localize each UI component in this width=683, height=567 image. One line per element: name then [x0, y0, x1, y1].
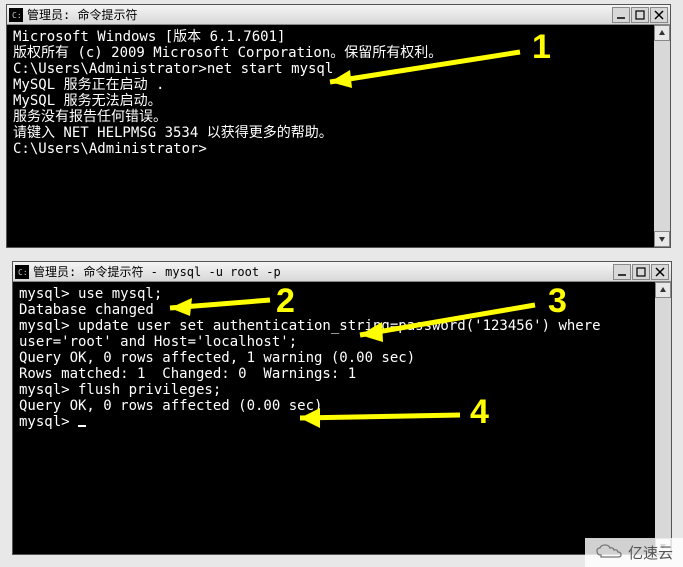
minimize-button[interactable]: [612, 7, 630, 23]
console-line: C:\Users\Administrator>: [13, 141, 664, 157]
scroll-up-button[interactable]: [654, 25, 670, 41]
svg-text:C:\: C:\: [18, 268, 27, 277]
console-line: Query OK, 0 rows affected, 1 warning (0.…: [19, 350, 665, 366]
maximize-button[interactable]: [632, 264, 650, 280]
scrollbar[interactable]: [654, 25, 670, 247]
titlebar-1[interactable]: C:\ 管理员: 命令提示符: [7, 5, 670, 25]
console-body-2[interactable]: mysql> use mysql; Database changed mysql…: [13, 282, 671, 554]
scroll-up-button[interactable]: [655, 282, 671, 298]
cmd-icon: C:\: [15, 265, 29, 279]
close-button[interactable]: [650, 7, 668, 23]
cursor: [78, 425, 86, 427]
console-line: mysql> flush privileges;: [19, 382, 665, 398]
close-button[interactable]: [651, 264, 669, 280]
console-line: Database changed: [19, 302, 665, 318]
console-line: MySQL 服务无法启动。: [13, 93, 664, 109]
console-line: 服务没有报告任何错误。: [13, 109, 664, 125]
scroll-down-button[interactable]: [654, 231, 670, 247]
titlebar-2[interactable]: C:\ 管理员: 命令提示符 - mysql -u root -p: [13, 262, 671, 282]
cmd-icon: C:\: [9, 8, 23, 22]
minimize-button[interactable]: [613, 264, 631, 280]
maximize-button[interactable]: [631, 7, 649, 23]
console-line: Query OK, 0 rows affected (0.00 sec): [19, 398, 665, 414]
console-line: C:\Users\Administrator>net start mysql: [13, 61, 664, 77]
title-text-2: 管理员: 命令提示符 - mysql -u root -p: [33, 263, 613, 280]
console-line: mysql> use mysql;: [19, 286, 665, 302]
console-line: Microsoft Windows [版本 6.1.7601]: [13, 29, 664, 45]
console-line: mysql> update user set authentication_st…: [19, 318, 665, 350]
cmd-window-2: C:\ 管理员: 命令提示符 - mysql -u root -p mysql>…: [12, 261, 672, 555]
console-line: MySQL 服务正在启动 .: [13, 77, 664, 93]
scroll-down-button[interactable]: [655, 538, 671, 554]
cmd-window-1: C:\ 管理员: 命令提示符 Microsoft Windows [版本 6.1…: [6, 4, 671, 248]
window-controls-2: [613, 264, 669, 280]
title-text-1: 管理员: 命令提示符: [27, 6, 612, 23]
console-prompt: mysql>: [19, 414, 665, 430]
svg-text:C:\: C:\: [12, 11, 21, 20]
console-line: 版权所有 (c) 2009 Microsoft Corporation。保留所有…: [13, 45, 664, 61]
console-line: 请键入 NET HELPMSG 3534 以获得更多的帮助。: [13, 125, 664, 141]
console-line: Rows matched: 1 Changed: 0 Warnings: 1: [19, 366, 665, 382]
scrollbar[interactable]: [655, 282, 671, 554]
window-controls-1: [612, 7, 668, 23]
console-body-1[interactable]: Microsoft Windows [版本 6.1.7601] 版权所有 (c)…: [7, 25, 670, 247]
